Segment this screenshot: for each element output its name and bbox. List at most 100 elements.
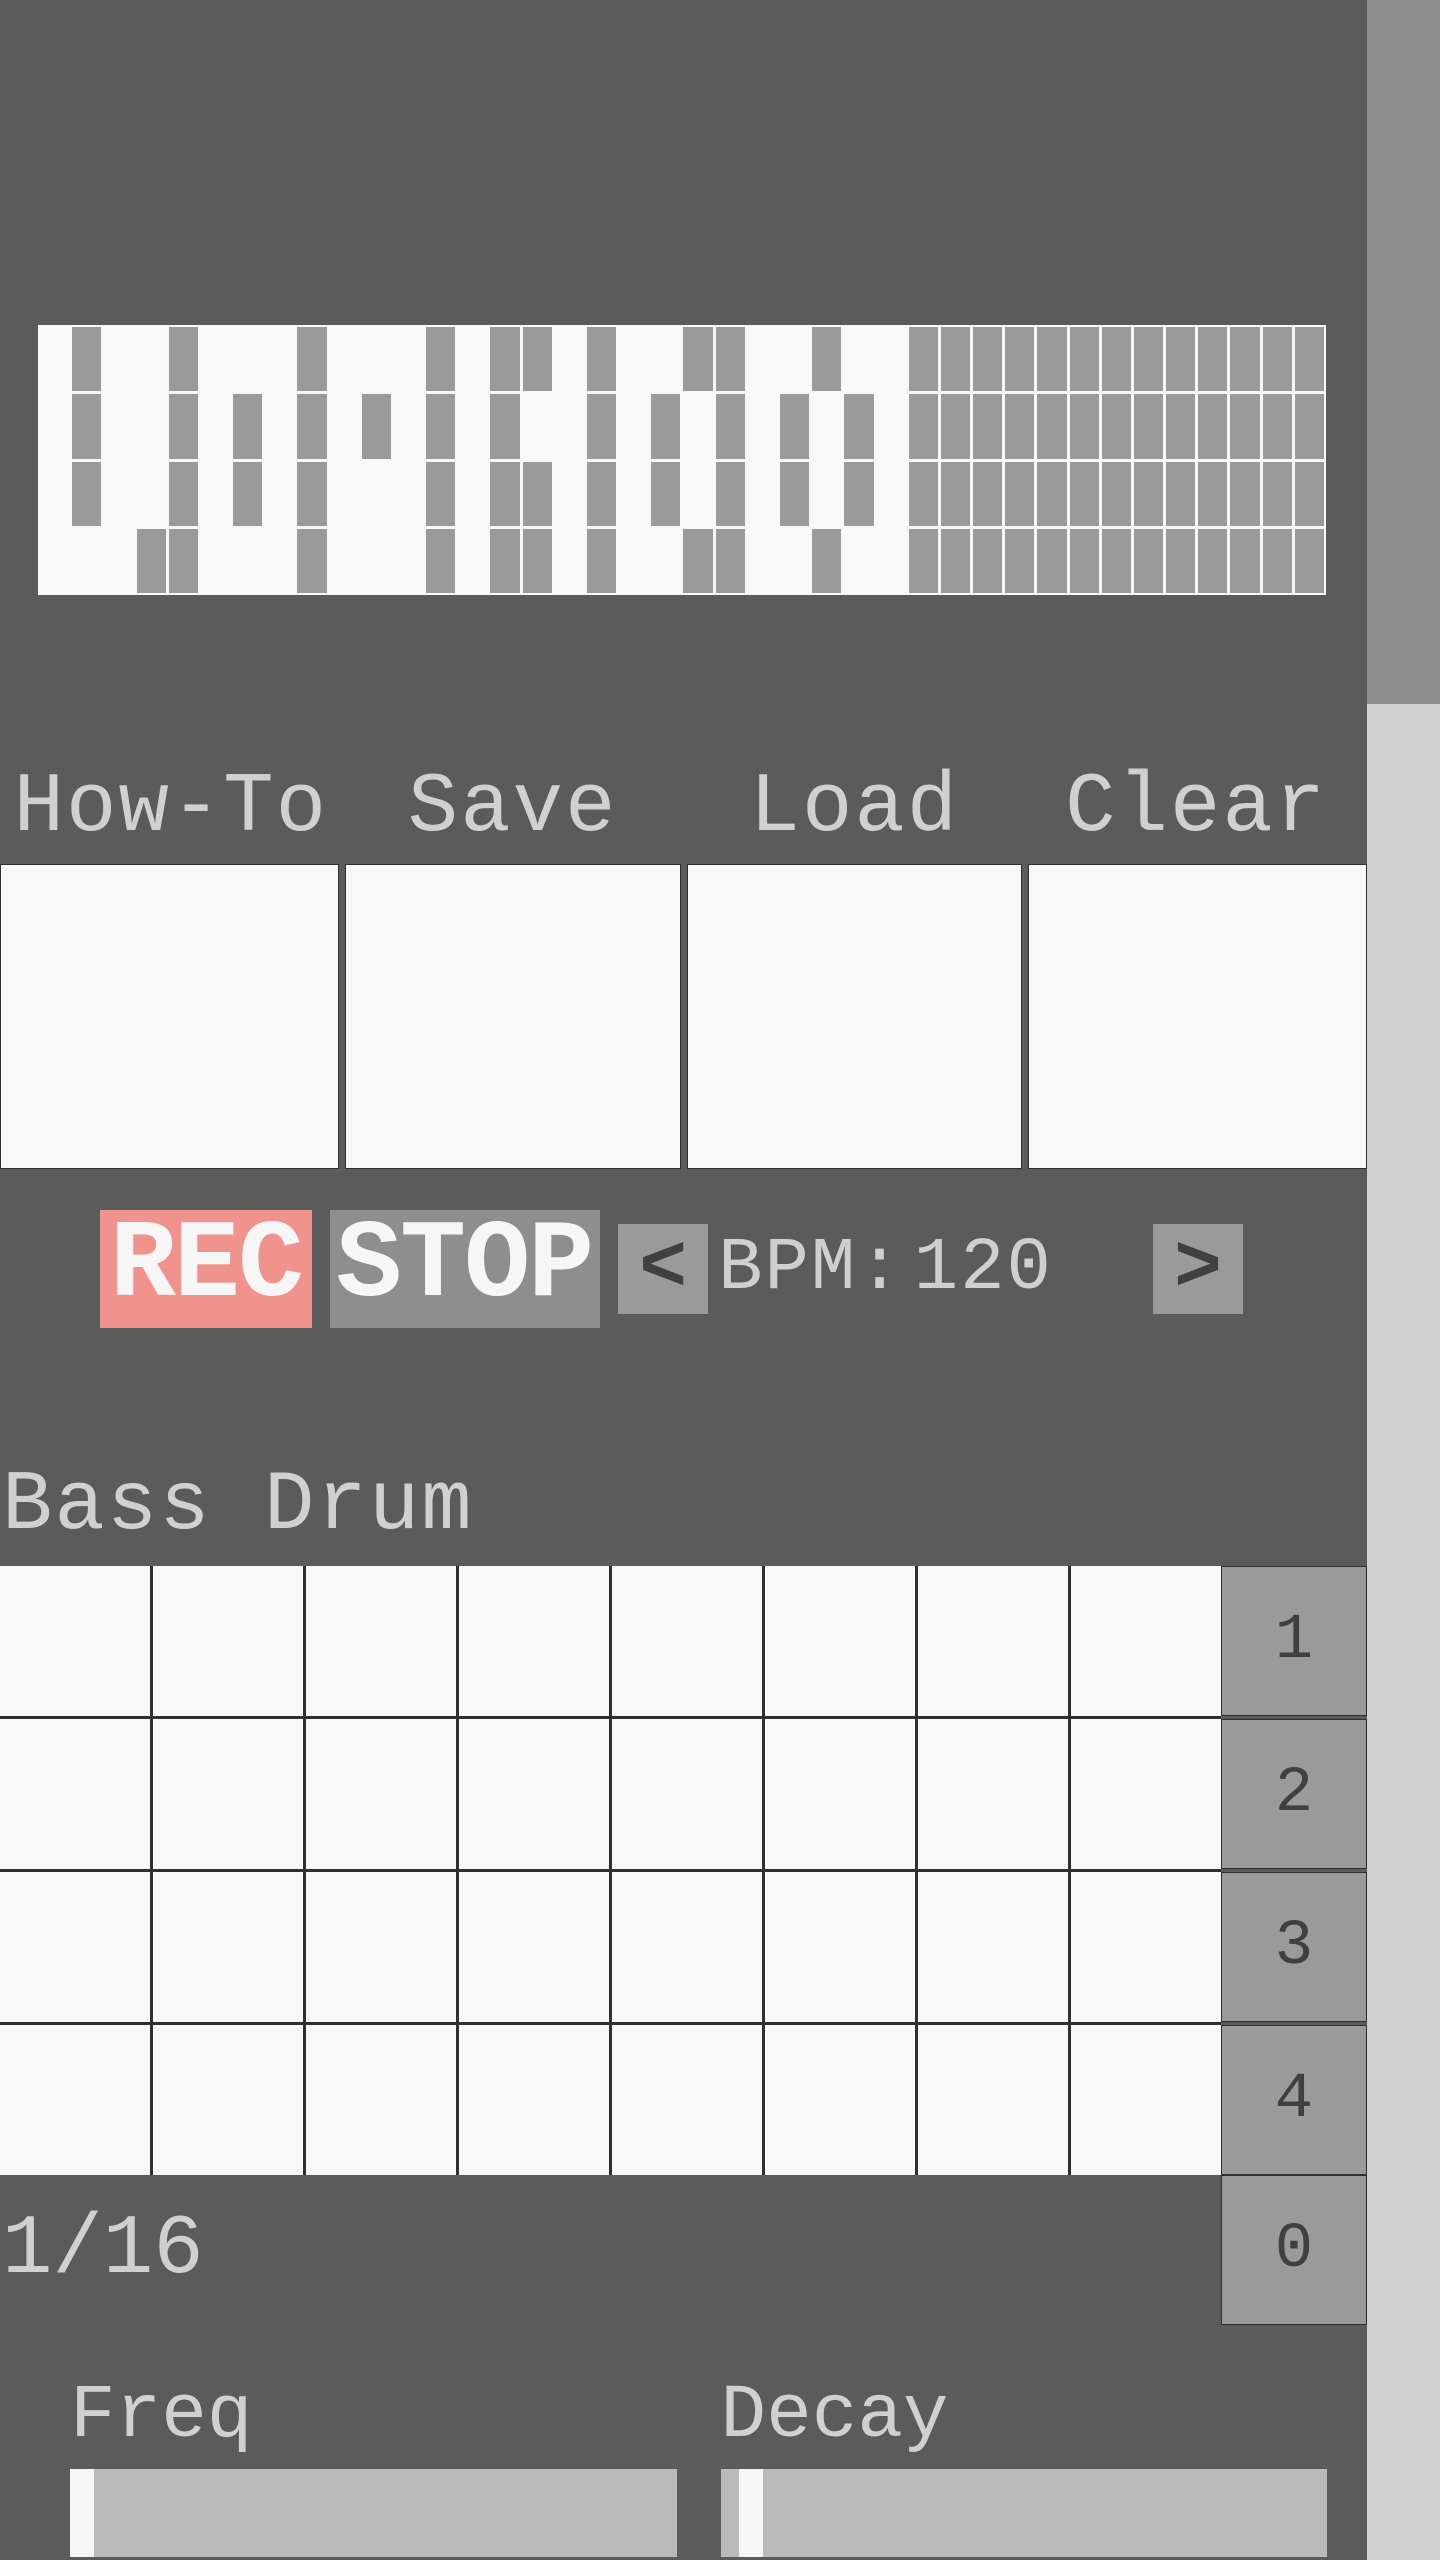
step-cell[interactable] — [459, 1719, 609, 1869]
step-cell[interactable] — [1071, 2025, 1221, 2175]
menu-item-clear[interactable]: Clear — [1025, 755, 1367, 1169]
step-cell[interactable] — [153, 1872, 303, 2022]
logo-pixel — [973, 462, 1002, 526]
step-cell[interactable] — [0, 2025, 150, 2175]
logo-pixel — [941, 394, 970, 458]
step-cell[interactable] — [612, 1566, 762, 1716]
logo-pixel — [490, 394, 519, 458]
logo-pixel — [651, 394, 680, 458]
step-cell[interactable] — [612, 1872, 762, 2022]
step-cell[interactable] — [459, 1872, 609, 2022]
logo-pixel — [748, 529, 777, 593]
step-cell[interactable] — [918, 1566, 1068, 1716]
step-cell[interactable] — [765, 1872, 915, 2022]
step-cell[interactable] — [306, 1872, 456, 2022]
logo-pixel — [844, 394, 873, 458]
menu-pad[interactable] — [345, 864, 681, 1169]
step-cell[interactable] — [1071, 1566, 1221, 1716]
step-cell[interactable] — [306, 1566, 456, 1716]
logo-pixel — [297, 529, 326, 593]
page-button[interactable]: 4 — [1221, 2025, 1367, 2175]
logo-pixel — [1166, 394, 1195, 458]
bpm-decrement-button[interactable]: < — [618, 1224, 708, 1314]
stop-button[interactable]: STOP — [330, 1210, 600, 1328]
step-cell[interactable] — [1071, 1719, 1221, 1869]
page-button[interactable]: 1 — [1221, 1566, 1367, 1716]
transport-bar: REC STOP < BPM: 120 > — [0, 1169, 1367, 1369]
logo-pixel — [716, 462, 745, 526]
logo-pixel — [394, 327, 423, 391]
logo-pixel — [523, 529, 552, 593]
logo-pixel — [941, 462, 970, 526]
logo-pixel — [555, 529, 584, 593]
logo-pixel — [555, 394, 584, 458]
logo-pixel — [1198, 462, 1227, 526]
logo-pixel — [1230, 394, 1259, 458]
logo-pixel — [780, 529, 809, 593]
logo-pixel — [297, 327, 326, 391]
logo-pixel — [812, 327, 841, 391]
step-cell[interactable] — [765, 1719, 915, 1869]
step-cell[interactable] — [459, 2025, 609, 2175]
menu-pad[interactable] — [1028, 864, 1367, 1169]
logo-pixel — [812, 462, 841, 526]
instrument-name: Bass Drum — [0, 1369, 1367, 1566]
footer-row: 1/16 0 — [0, 2175, 1367, 2325]
step-cell[interactable] — [765, 1566, 915, 1716]
step-cell[interactable] — [153, 1566, 303, 1716]
logo-pixel — [72, 529, 101, 593]
logo-pixel — [780, 462, 809, 526]
step-cell[interactable] — [306, 1719, 456, 1869]
menu-item-load[interactable]: Load — [684, 755, 1026, 1169]
vertical-scrollbar[interactable] — [1367, 0, 1440, 2560]
logo-pixel — [941, 529, 970, 593]
bpm-label: BPM: — [718, 1227, 904, 1311]
logo-pixel — [716, 327, 745, 391]
logo-pixel — [683, 529, 712, 593]
scrollbar-thumb[interactable] — [1367, 0, 1440, 704]
menu-item-save[interactable]: Save — [342, 755, 684, 1169]
step-cell[interactable] — [765, 2025, 915, 2175]
menu-pad[interactable] — [0, 864, 339, 1169]
step-cell[interactable] — [306, 2025, 456, 2175]
freq-slider-thumb[interactable] — [70, 2469, 94, 2557]
step-cell[interactable] — [1071, 1872, 1221, 2022]
logo-pixel — [265, 529, 294, 593]
step-cell[interactable] — [918, 1719, 1068, 1869]
page-button[interactable]: 3 — [1221, 1872, 1367, 2022]
decay-slider-thumb[interactable] — [739, 2469, 763, 2557]
bpm-increment-button[interactable]: > — [1153, 1224, 1243, 1314]
step-cell[interactable] — [0, 1872, 150, 2022]
step-cell[interactable] — [918, 1872, 1068, 2022]
step-cell[interactable] — [153, 1719, 303, 1869]
logo-pixel — [394, 529, 423, 593]
page-zero-button[interactable]: 0 — [1221, 2175, 1367, 2325]
logo-pixel — [587, 462, 616, 526]
menu-pad[interactable] — [687, 864, 1023, 1169]
logo-pixel — [748, 327, 777, 391]
page-button[interactable]: 2 — [1221, 1719, 1367, 1869]
freq-slider[interactable] — [70, 2469, 677, 2557]
logo-pixel — [523, 327, 552, 391]
logo-pixel — [877, 327, 906, 391]
logo-pixel — [780, 394, 809, 458]
step-cell[interactable] — [612, 2025, 762, 2175]
freq-control: Freq — [70, 2373, 677, 2557]
step-cell[interactable] — [459, 1566, 609, 1716]
logo-pixel — [1037, 529, 1066, 593]
logo-pixel — [844, 327, 873, 391]
logo-pixel — [72, 327, 101, 391]
decay-slider[interactable] — [721, 2469, 1328, 2557]
step-cell[interactable] — [918, 2025, 1068, 2175]
logo-pixel — [555, 462, 584, 526]
logo-pixel — [1037, 394, 1066, 458]
logo-pixel — [587, 327, 616, 391]
step-cell[interactable] — [0, 1719, 150, 1869]
record-button[interactable]: REC — [100, 1210, 312, 1328]
menu-item-howto[interactable]: How-To — [0, 755, 342, 1169]
logo-pixel — [104, 529, 133, 593]
logo-pixel — [716, 529, 745, 593]
step-cell[interactable] — [612, 1719, 762, 1869]
step-cell[interactable] — [0, 1566, 150, 1716]
step-cell[interactable] — [153, 2025, 303, 2175]
